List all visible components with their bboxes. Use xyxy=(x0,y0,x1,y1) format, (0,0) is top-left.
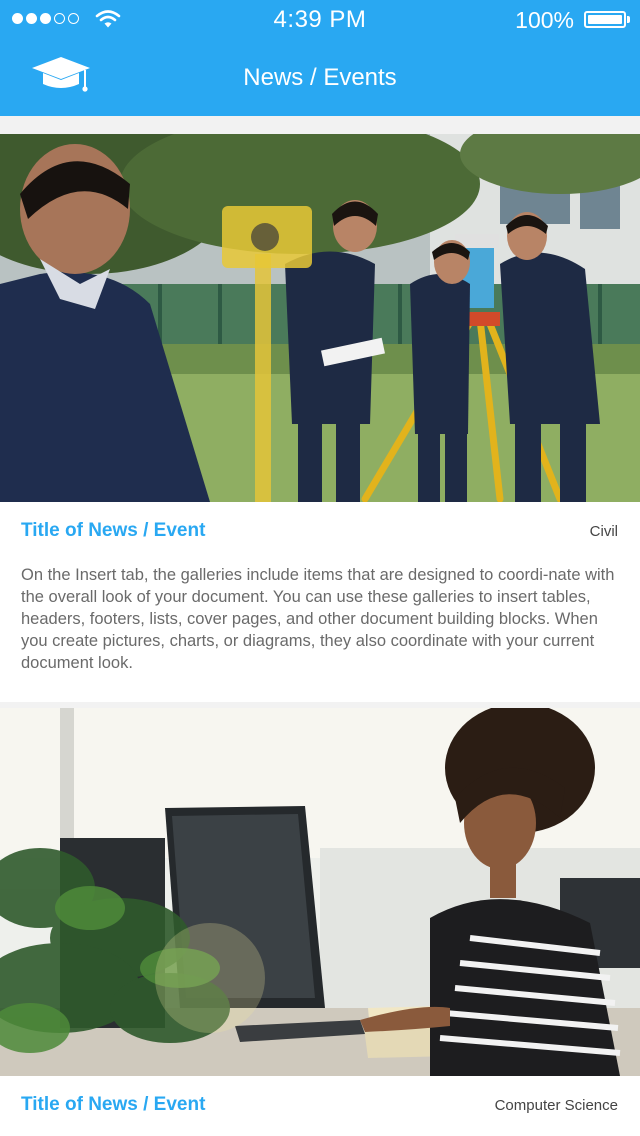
news-category: Civil xyxy=(589,523,618,540)
battery-nub xyxy=(627,16,630,23)
news-image-computer-lab[interactable] xyxy=(0,708,640,1076)
news-image-surveying[interactable] xyxy=(0,134,640,502)
news-card[interactable]: Title of News / Event Computer Science xyxy=(0,708,640,1136)
app-header: 4:39 PM 100% News / Events xyxy=(0,0,640,116)
surveying-photo xyxy=(0,134,640,502)
page-title: News / Events xyxy=(243,64,397,91)
battery-percentage: 100% xyxy=(515,7,574,33)
battery-icon xyxy=(584,11,630,28)
computer-lab-photo xyxy=(0,708,640,1076)
app-screen: 4:39 PM 100% News / Events Title of News… xyxy=(0,0,640,1136)
nav-bar: News / Events xyxy=(0,40,640,116)
news-description: On the Insert tab, the galleries include… xyxy=(21,566,615,672)
news-title[interactable]: Title of News / Event xyxy=(21,1094,205,1116)
news-category: Computer Science xyxy=(494,1097,618,1114)
status-bar: 4:39 PM 100% xyxy=(0,0,640,40)
news-title[interactable]: Title of News / Event xyxy=(21,520,205,542)
news-feed[interactable]: Title of News / Event Civil On the Inser… xyxy=(0,116,640,1136)
battery-level xyxy=(588,15,622,24)
news-card[interactable]: Title of News / Event Civil On the Inser… xyxy=(0,134,640,702)
